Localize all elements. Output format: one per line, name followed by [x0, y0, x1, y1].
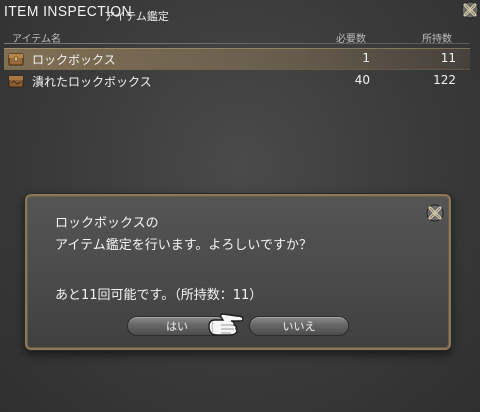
window-titlebar: ITEM INSPECTION アイテム鑑定 [0, 0, 480, 26]
dialog-message-line1: ロックボックスの [55, 216, 159, 231]
pointing-hand-cursor-icon [207, 310, 247, 338]
item-owned: 122 [433, 73, 456, 87]
no-button[interactable]: いいえ [249, 316, 349, 336]
close-icon[interactable] [425, 203, 445, 223]
confirm-dialog: ロックボックスの アイテム鑑定を行います。よろしいですか？ あと11回可能です。… [25, 194, 451, 350]
dialog-message-line2: アイテム鑑定を行います。よろしいですか？ [55, 238, 313, 253]
dialog-message-line3: あと11回可能です。（所持数：11） [55, 288, 263, 303]
item-required: 40 [354, 73, 370, 87]
table-row-selected[interactable]: ロックボックス 1 11 [4, 48, 470, 70]
item-required: 1 [362, 51, 370, 65]
item-owned: 11 [440, 51, 456, 65]
table-row[interactable]: 潰れたロックボックス 40 122 [4, 71, 470, 91]
item-name: ロックボックス [32, 53, 116, 67]
lockbox-icon [8, 73, 24, 89]
lockbox-icon [8, 51, 24, 67]
window-subtitle: アイテム鑑定 [104, 10, 169, 23]
item-name: 潰れたロックボックス [32, 75, 152, 89]
close-icon[interactable] [460, 0, 480, 20]
header-divider [4, 43, 470, 44]
